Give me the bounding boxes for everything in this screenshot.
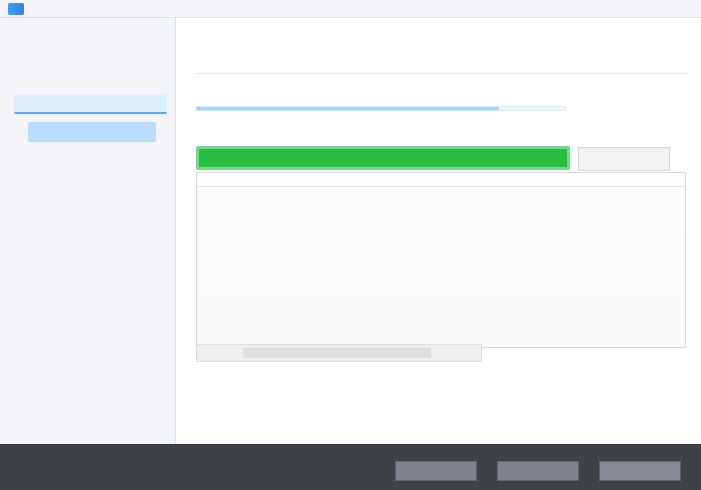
progress-bar — [196, 106, 566, 111]
application-window — [0, 0, 701, 490]
table-body — [197, 187, 685, 347]
bottom-action-bar — [0, 444, 701, 490]
progress-fill — [197, 107, 499, 110]
title-bar — [0, 0, 701, 18]
app-icon — [8, 2, 24, 15]
progress-strip-fill — [243, 348, 431, 358]
table-header — [197, 173, 685, 187]
results-table — [196, 172, 686, 348]
sidebar-item-6[interactable] — [14, 206, 167, 226]
sidebar-item-4[interactable] — [14, 150, 167, 170]
tab-button[interactable] — [578, 147, 670, 171]
sidebar-item-3[interactable] — [28, 122, 156, 142]
sidebar-item-7[interactable] — [14, 234, 167, 254]
cancel-button[interactable] — [599, 461, 681, 481]
progress-strip — [196, 344, 482, 362]
sidebar-item-1[interactable] — [14, 66, 167, 86]
bottom-button-group — [395, 461, 681, 481]
sidebar-navigation — [0, 18, 176, 444]
green-tab[interactable] — [196, 146, 570, 170]
sidebar-item-2[interactable] — [14, 94, 167, 114]
main-content — [176, 18, 701, 444]
sidebar-item-5[interactable] — [14, 178, 167, 198]
next-button[interactable] — [497, 461, 579, 481]
back-button[interactable] — [395, 461, 477, 481]
divider — [196, 73, 688, 74]
